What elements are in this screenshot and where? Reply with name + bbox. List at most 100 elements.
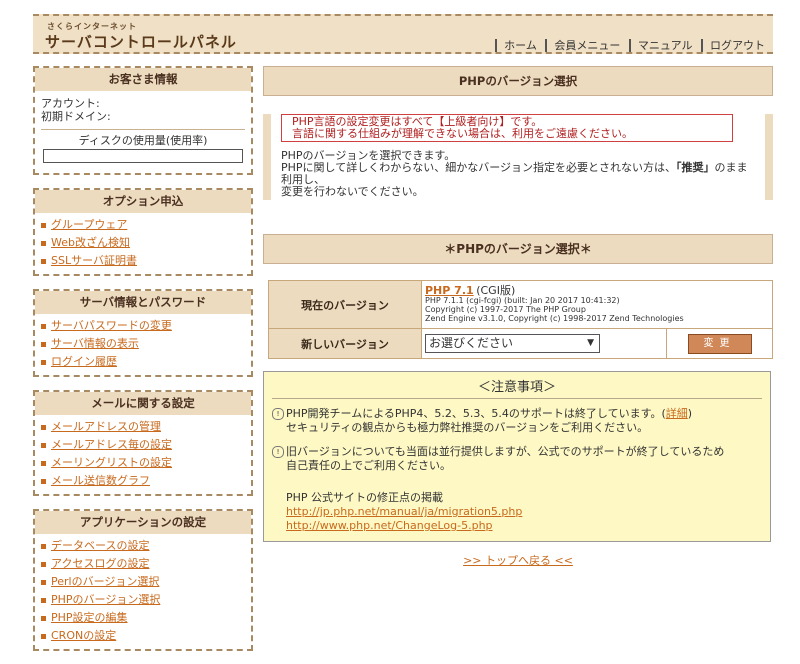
sidebar: お客さま情報 アカウント: 初期ドメイン: ディスクの使用量(使用率) オプショ…	[33, 66, 253, 664]
description: PHPのバージョンを選択できます。 PHPに関して詳しくわからない、細かなバージ…	[281, 150, 755, 198]
sidebar-link[interactable]: サーバ情報の表示	[51, 337, 139, 350]
nav-logout[interactable]: ログアウト	[701, 39, 765, 52]
details-link[interactable]: 詳細	[666, 407, 688, 420]
bullet-icon	[41, 424, 46, 430]
current-detail-3: Zend Engine v3.1.0, Copyright (c) 1998-2…	[425, 314, 684, 323]
sidebar-item-ssl: SSLサーバ証明書	[41, 252, 245, 270]
main-content: PHPのバージョン選択 PHP言語の設定変更はすべて【上級者向け】です。 言語に…	[263, 66, 773, 568]
caution-1-close: )	[687, 407, 693, 420]
nav-member-menu[interactable]: 会員メニュー	[545, 39, 621, 52]
info-icon: !	[272, 446, 284, 458]
desc-line-3: 変更を行わないでください。	[281, 185, 424, 198]
bullet-icon	[41, 597, 46, 603]
sidebar-item-web-tamper: Web改ざん検知	[41, 234, 245, 252]
bullet-icon	[41, 460, 46, 466]
sidebar-item-mail-settings: メールアドレス毎の設定	[41, 436, 245, 454]
desc-line-2: PHPに関して詳しくわからない、細かなバージョン指定を必要とされない方は、「推奨…	[281, 162, 755, 186]
mail-box: メールに関する設定 メールアドレスの管理 メールアドレス毎の設定 メーリングリス…	[33, 390, 253, 496]
bullet-icon	[41, 543, 46, 549]
sidebar-link[interactable]: PHPのバージョン選択	[51, 593, 160, 606]
sidebar-link[interactable]: グループウェア	[51, 218, 127, 231]
sidebar-link[interactable]: メール送信数グラフ	[51, 474, 150, 487]
sidebar-item-login-history: ログイン履歴	[41, 353, 245, 371]
dropdown-arrow-icon: ▼	[587, 338, 594, 348]
current-detail-1: PHP 7.1.1 (cgi-fcgi) (built: Jan 20 2017…	[425, 296, 620, 305]
caution-1-text: PHP開発チームによるPHP4、5.2、5.3、5.4のサポートは終了しています…	[286, 407, 666, 420]
version-select[interactable]: お選びください ▼	[425, 334, 600, 353]
info-icon: !	[272, 408, 284, 420]
sidebar-link[interactable]: アクセスログの設定	[51, 557, 149, 570]
sidebar-item-cron: CRONの設定	[41, 627, 245, 645]
sidebar-item-server-info: サーバ情報の表示	[41, 335, 245, 353]
bullet-icon	[41, 633, 46, 639]
logo[interactable]: サーバコントロールパネル	[45, 31, 237, 52]
sidebar-link[interactable]: Web改ざん検知	[51, 236, 130, 249]
bullet-icon	[41, 579, 46, 585]
current-version-cell: PHP 7.1 (CGI版) PHP 7.1.1 (cgi-fcgi) (bui…	[421, 280, 773, 329]
sidebar-link[interactable]: メーリングリストの設定	[51, 456, 172, 469]
bullet-icon	[41, 561, 46, 567]
account-label: アカウント:	[41, 97, 100, 110]
version-table: 現在のバージョン PHP 7.1 (CGI版) PHP 7.1.1 (cgi-f…	[268, 280, 773, 359]
sidebar-item-mailing-list: メーリングリストの設定	[41, 454, 245, 472]
select-cell: お選びください ▼	[421, 328, 667, 359]
account-box-title: お客さま情報	[35, 68, 251, 91]
sidebar-item-mail-graph: メール送信数グラフ	[41, 472, 245, 490]
caution-box: ＜注意事項＞ ! PHP開発チームによるPHP4、5.2、5.3、5.4のサポート…	[263, 371, 771, 542]
sidebar-link[interactable]: サーバパスワードの変更	[51, 319, 172, 332]
sidebar-link[interactable]: SSLサーバ証明書	[51, 254, 137, 267]
section-title: ＊PHPのバージョン選択＊	[263, 234, 773, 264]
nav-home[interactable]: ホーム	[495, 39, 537, 52]
notice-panel: PHP言語の設定変更はすべて【上級者向け】です。 言語に関する仕組みが理解できな…	[263, 114, 773, 200]
account-box: お客さま情報 アカウント: 初期ドメイン: ディスクの使用量(使用率)	[33, 66, 253, 175]
page-title: PHPのバージョン選択	[263, 66, 773, 96]
migration-link[interactable]: http://jp.php.net/manual/ja/migration5.p…	[286, 505, 522, 518]
current-version-label: 現在のバージョン	[268, 280, 422, 329]
caution-2-line-2: 自己責任の上でご利用ください。	[286, 459, 451, 472]
caution-1-line-2: セキュリティの観点からも極力弊社推奨のバージョンをご利用ください。	[286, 421, 649, 434]
bullet-icon	[41, 359, 46, 365]
sidebar-item-php-version: PHPのバージョン選択	[41, 591, 245, 609]
button-cell: 変更	[666, 328, 773, 359]
sidebar-link[interactable]: CRONの設定	[51, 629, 116, 642]
disk-usage-bar	[43, 149, 243, 163]
caution-2-text: 旧バージョンについても当面は並行提供しますが、公式でのサポートが終了しているため	[286, 445, 725, 458]
sidebar-link[interactable]: メールアドレスの管理	[51, 420, 161, 433]
apps-box-title: アプリケーションの設定	[35, 511, 251, 534]
recommended-label: 「推奨」	[676, 161, 715, 174]
sidebar-link[interactable]: PHP設定の編集	[51, 611, 128, 624]
bullet-icon	[41, 240, 46, 246]
caution-item-2: ! 旧バージョンについても当面は並行提供しますが、公式でのサポートが終了しているた…	[272, 445, 762, 459]
top-nav: ホーム 会員メニュー マニュアル ログアウト	[490, 37, 765, 53]
sidebar-link[interactable]: メールアドレス毎の設定	[51, 438, 172, 451]
bullet-icon	[41, 341, 46, 347]
apps-box: アプリケーションの設定 データベースの設定 アクセスログの設定 Perlのバージ…	[33, 509, 253, 651]
sidebar-item-database: データベースの設定	[41, 537, 245, 555]
options-box: オプション申込 グループウェア Web改ざん検知 SSLサーバ証明書	[33, 188, 253, 276]
server-box: サーバ情報とパスワード サーバパスワードの変更 サーバ情報の表示 ログイン履歴	[33, 289, 253, 377]
caution-item-1: ! PHP開発チームによるPHP4、5.2、5.3、5.4のサポートは終了していま…	[272, 407, 762, 421]
desc-line-2-pre: PHPに関して詳しくわからない、細かなバージョン指定を必要とされない方は、	[281, 161, 676, 174]
disk-usage-label: ディスクの使用量(使用率)	[41, 129, 245, 147]
bullet-icon	[41, 478, 46, 484]
sidebar-item-password: サーバパスワードの変更	[41, 317, 245, 335]
sidebar-item-php-settings: PHP設定の編集	[41, 609, 245, 627]
changelog-link[interactable]: http://www.php.net/ChangeLog-5.php	[286, 519, 493, 532]
mail-box-title: メールに関する設定	[35, 392, 251, 415]
sidebar-link[interactable]: データベースの設定	[51, 539, 149, 552]
warning-line-2: 言語に関する仕組みが理解できない場合は、利用をご遠慮ください。	[292, 127, 633, 140]
sidebar-link[interactable]: ログイン履歴	[51, 355, 117, 368]
change-button[interactable]: 変更	[687, 333, 752, 354]
bullet-icon	[41, 323, 46, 329]
sidebar-item-mail-address: メールアドレスの管理	[41, 418, 245, 436]
bullet-icon	[41, 222, 46, 228]
sidebar-link[interactable]: Perlのバージョン選択	[51, 575, 159, 588]
bullet-icon	[41, 442, 46, 448]
nav-manual[interactable]: マニュアル	[628, 39, 693, 52]
warning-box: PHP言語の設定変更はすべて【上級者向け】です。 言語に関する仕組みが理解できな…	[281, 114, 733, 142]
version-select-value: お選びください	[429, 336, 514, 350]
caution-title: ＜注意事項＞	[272, 376, 762, 399]
back-to-top-link[interactable]: >> トップへ戻る <<	[463, 554, 573, 567]
server-box-title: サーバ情報とパスワード	[35, 291, 251, 314]
header: さくらインターネット サーバコントロールパネル ホーム 会員メニュー マニュアル…	[33, 14, 773, 54]
